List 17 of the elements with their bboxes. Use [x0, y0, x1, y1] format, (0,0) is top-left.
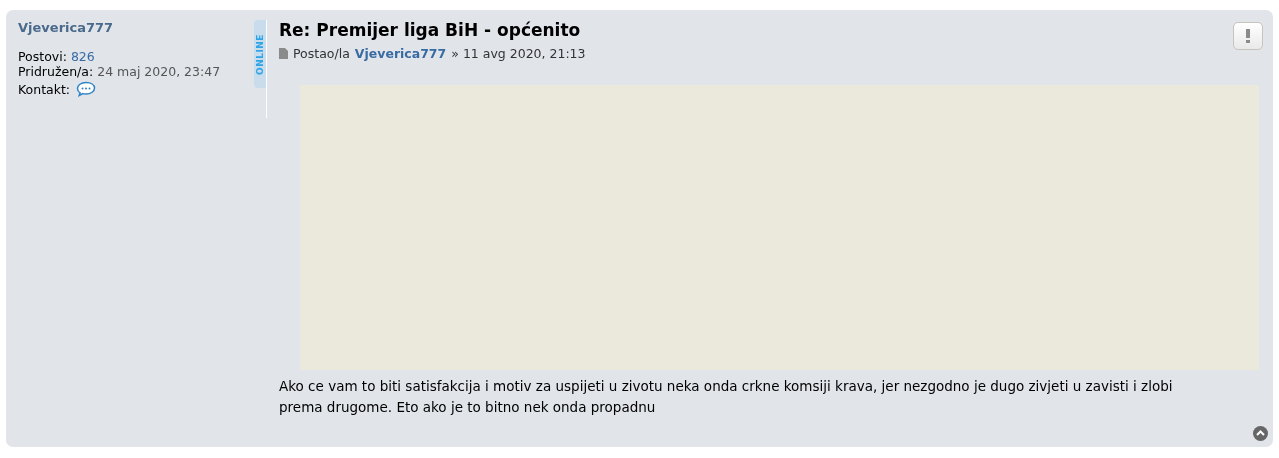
chat-bubble-icon[interactable]	[76, 81, 97, 97]
posted-by-label: Postao/la	[293, 46, 350, 61]
post-date: » 11 avg 2020, 21:13	[451, 46, 586, 61]
document-icon	[279, 48, 288, 59]
report-button[interactable]	[1233, 22, 1263, 50]
back-to-top-button[interactable]	[1253, 426, 1268, 441]
post-body: Ako ce vam to biti satisfakcija i motiv za uspijeti u zivotu neka onda crkne komsiji krava, jer nezgodno je dugo zivjeti u zavisti i zlobi prema drugome. Eto ako je to bitno nek onda propadnu	[279, 377, 1174, 417]
username-link[interactable]: Vjeverica777	[18, 20, 114, 35]
post-title: Re: Premijer liga BiH - općenito	[279, 20, 581, 40]
stat-label: Pridružen/a:	[18, 64, 94, 79]
stat-link[interactable]: 826	[70, 49, 95, 64]
stat-value: 24 maj 2020, 23:47	[97, 64, 221, 79]
author-link[interactable]: Vjeverica777	[354, 46, 447, 61]
online-badge: ONLINE	[254, 20, 266, 88]
contact-label: Kontakt:	[18, 81, 71, 97]
stat-label: Postovi:	[18, 49, 67, 64]
exclamation-icon	[1245, 29, 1251, 43]
